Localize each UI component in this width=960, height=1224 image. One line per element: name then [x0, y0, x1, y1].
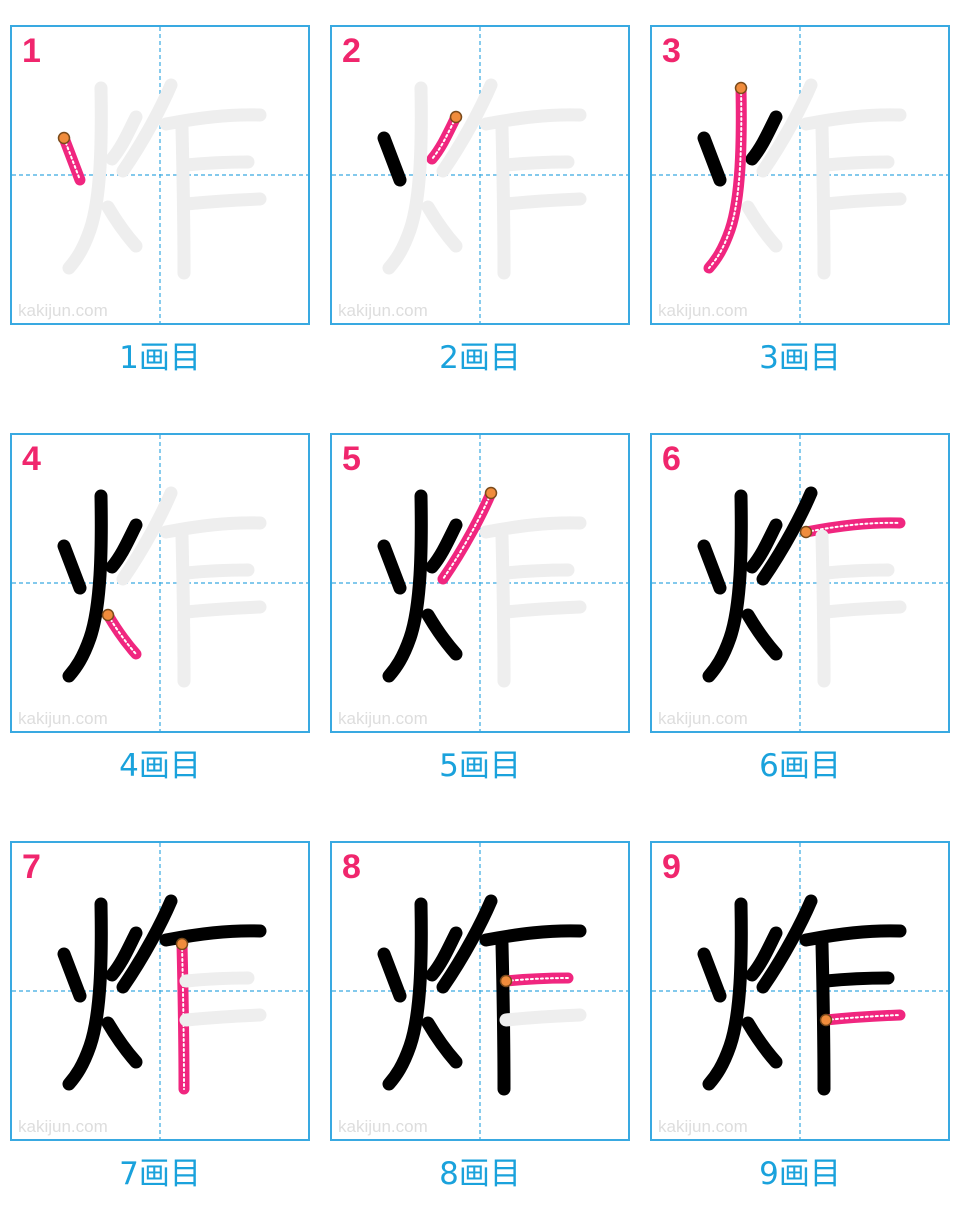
completed-stroke [57, 947, 87, 1003]
stroke-start-dot [734, 81, 748, 95]
step-number: 7 [22, 848, 41, 886]
stroke-start-dot [499, 974, 513, 988]
stroke-start-dot [484, 486, 498, 500]
stroke-panel: 9 kakijun.com [650, 841, 950, 1141]
ghost-stroke [499, 1008, 587, 1027]
ghost-stroke [499, 192, 587, 211]
glyph-canvas [332, 435, 628, 731]
completed-stroke [697, 539, 727, 595]
glyph-canvas [332, 27, 628, 323]
completed-stroke [421, 1016, 463, 1069]
stroke-panel: 7 kakijun.com [10, 841, 310, 1141]
glyph-canvas [652, 843, 948, 1139]
ghost-stroke [101, 200, 143, 253]
completed-stroke [377, 947, 407, 1003]
stroke-start-dot [799, 525, 813, 539]
completed-stroke [697, 131, 727, 187]
step-number: 5 [342, 440, 361, 478]
stroke-caption: 5画目 [439, 748, 521, 784]
ghost-stroke [741, 200, 783, 253]
watermark: kakijun.com [658, 709, 748, 728]
stroke-start-dot [449, 110, 463, 124]
completed-stroke [57, 539, 87, 595]
stroke-start-dot [57, 131, 71, 145]
stroke-start-dot [101, 608, 115, 622]
ghost-stroke [819, 192, 907, 211]
stroke-caption: 4画目 [119, 748, 201, 784]
stroke-start-dot [175, 937, 189, 951]
watermark: kakijun.com [658, 301, 748, 320]
step-number: 6 [662, 440, 681, 478]
watermark: kakijun.com [18, 709, 108, 728]
completed-stroke [101, 1016, 143, 1069]
completed-stroke [819, 971, 895, 988]
glyph-canvas [332, 843, 628, 1139]
ghost-stroke [819, 600, 907, 619]
stroke-panel: 6 kakijun.com [650, 433, 950, 733]
glyph-canvas [652, 27, 948, 323]
ghost-stroke [421, 200, 463, 253]
completed-stroke [377, 539, 407, 595]
ghost-stroke [179, 1008, 267, 1027]
completed-stroke [377, 131, 407, 187]
glyph-canvas [12, 435, 308, 731]
step-number: 9 [662, 848, 681, 886]
stroke-start-dot [819, 1013, 833, 1027]
ghost-stroke [179, 563, 255, 580]
stroke-caption: 1画目 [119, 340, 201, 376]
ghost-stroke [499, 563, 575, 580]
stroke-panel: 8 kakijun.com [330, 841, 630, 1141]
stroke-caption: 6画目 [759, 748, 841, 784]
ghost-stroke [819, 155, 895, 172]
watermark: kakijun.com [18, 301, 108, 320]
watermark: kakijun.com [18, 1117, 108, 1136]
stroke-panel: 5 kakijun.com [330, 433, 630, 733]
step-number: 1 [22, 32, 41, 70]
completed-stroke [741, 608, 783, 661]
glyph-canvas [652, 435, 948, 731]
completed-stroke [697, 947, 727, 1003]
stroke-panel: 4 kakijun.com [10, 433, 310, 733]
stroke-caption: 8画目 [439, 1156, 521, 1192]
stroke-caption: 7画目 [119, 1156, 201, 1192]
watermark: kakijun.com [338, 301, 428, 320]
stroke-panel: 3 kakijun.com [650, 25, 950, 325]
stroke-panel: 1 kakijun.com [10, 25, 310, 325]
ghost-stroke [179, 600, 267, 619]
stroke-caption: 2画目 [439, 340, 521, 376]
ghost-stroke [499, 600, 587, 619]
ghost-stroke [499, 155, 575, 172]
ghost-stroke [179, 155, 255, 172]
stroke-caption: 3画目 [759, 340, 841, 376]
step-number: 4 [22, 440, 41, 478]
step-number: 8 [342, 848, 361, 886]
watermark: kakijun.com [658, 1117, 748, 1136]
ghost-stroke [819, 563, 895, 580]
step-number: 3 [662, 32, 681, 70]
completed-stroke [741, 1016, 783, 1069]
ghost-stroke [179, 971, 255, 988]
stroke-panel: 2 kakijun.com [330, 25, 630, 325]
completed-stroke [421, 608, 463, 661]
ghost-stroke [179, 192, 267, 211]
watermark: kakijun.com [338, 1117, 428, 1136]
glyph-canvas [12, 27, 308, 323]
glyph-canvas [12, 843, 308, 1139]
watermark: kakijun.com [338, 709, 428, 728]
stroke-caption: 9画目 [759, 1156, 841, 1192]
step-number: 2 [342, 32, 361, 70]
